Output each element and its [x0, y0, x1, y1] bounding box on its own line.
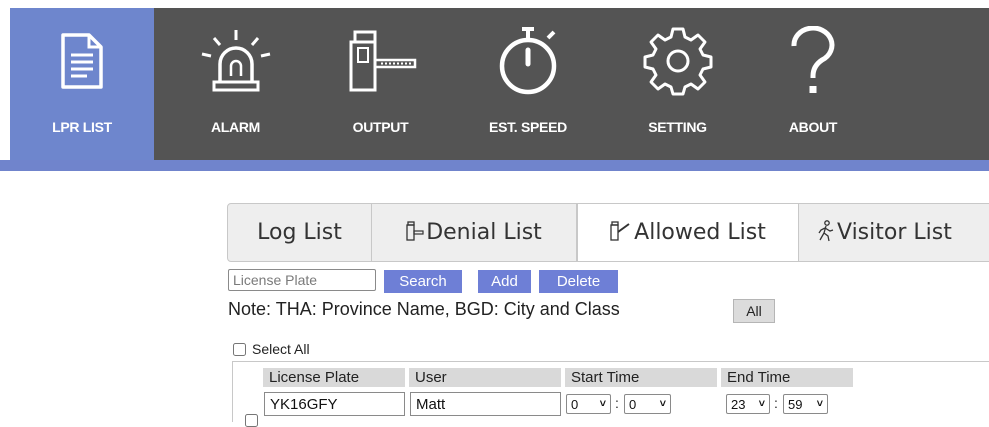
license-plate-field[interactable]: [264, 392, 405, 416]
time-separator: :: [615, 395, 619, 411]
stopwatch-icon: [488, 22, 568, 100]
gear-icon: [642, 22, 714, 100]
add-button[interactable]: Add: [478, 270, 531, 293]
column-header-user: User: [409, 368, 561, 387]
delete-button[interactable]: Delete: [539, 270, 618, 293]
end-minute-select[interactable]: 59 ˅: [783, 394, 828, 414]
nav-label: EST. SPEED: [489, 119, 567, 135]
nav-underline: [0, 160, 989, 171]
column-header-start-time: Start Time: [565, 368, 717, 387]
barrier-gate-icon: [341, 22, 421, 100]
nav-est-speed[interactable]: EST. SPEED: [452, 8, 604, 160]
top-nav-bar: LPR LIST ALARM OUTPUT EST. SPEED SETTING…: [10, 8, 989, 160]
tab-allowed-list[interactable]: Allowed List: [577, 204, 799, 261]
start-minute-select[interactable]: 0 ˅: [624, 394, 671, 414]
chevron-down-icon: ˅: [599, 398, 606, 410]
start-hour-select[interactable]: 0 ˅: [566, 394, 611, 414]
select-all-label: Select All: [252, 341, 310, 357]
barrier-open-icon: [610, 220, 632, 245]
chevron-down-icon: ˅: [659, 398, 666, 410]
tab-denial-list[interactable]: Denial List: [372, 204, 577, 261]
nav-alarm[interactable]: ALARM: [162, 8, 309, 160]
column-header-end-time: End Time: [721, 368, 853, 387]
barrier-gate-icon: [406, 220, 424, 245]
walker-icon: [817, 219, 835, 246]
document-icon: [59, 22, 105, 100]
nav-label: OUTPUT: [352, 119, 409, 135]
select-all[interactable]: Select All: [231, 341, 310, 357]
nav-about[interactable]: ABOUT: [751, 8, 875, 160]
tab-log-list[interactable]: Log List: [228, 204, 372, 261]
search-button[interactable]: Search: [384, 270, 462, 293]
nav-label: ALARM: [210, 119, 261, 135]
row-checkbox[interactable]: [245, 414, 258, 427]
end-hour-select[interactable]: 23 ˅: [726, 394, 770, 414]
nav-output[interactable]: OUTPUT: [309, 8, 452, 160]
alarm-light-icon: [196, 22, 276, 100]
license-plate-search-input[interactable]: [228, 269, 376, 291]
note-text: Note: THA: Province Name, BGD: City and …: [228, 299, 620, 319]
chevron-down-icon: ˅: [816, 398, 823, 410]
nav-lpr-list[interactable]: LPR LIST: [10, 8, 154, 160]
list-tabs: Log List Denial List Allowed List Visito…: [227, 203, 989, 262]
nav-label: ABOUT: [788, 119, 838, 135]
time-separator: :: [774, 395, 778, 411]
nav-label: SETTING: [648, 119, 707, 135]
chevron-down-icon: ˅: [758, 398, 765, 410]
all-button[interactable]: All: [733, 299, 775, 323]
user-field[interactable]: [410, 392, 561, 416]
question-icon: [786, 22, 840, 100]
select-all-checkbox[interactable]: [233, 342, 246, 356]
column-header-license-plate: License Plate: [263, 368, 405, 387]
nav-label: LPR LIST: [52, 119, 112, 135]
tab-visitor-list[interactable]: Visitor List: [799, 204, 989, 261]
nav-setting[interactable]: SETTING: [604, 8, 751, 160]
